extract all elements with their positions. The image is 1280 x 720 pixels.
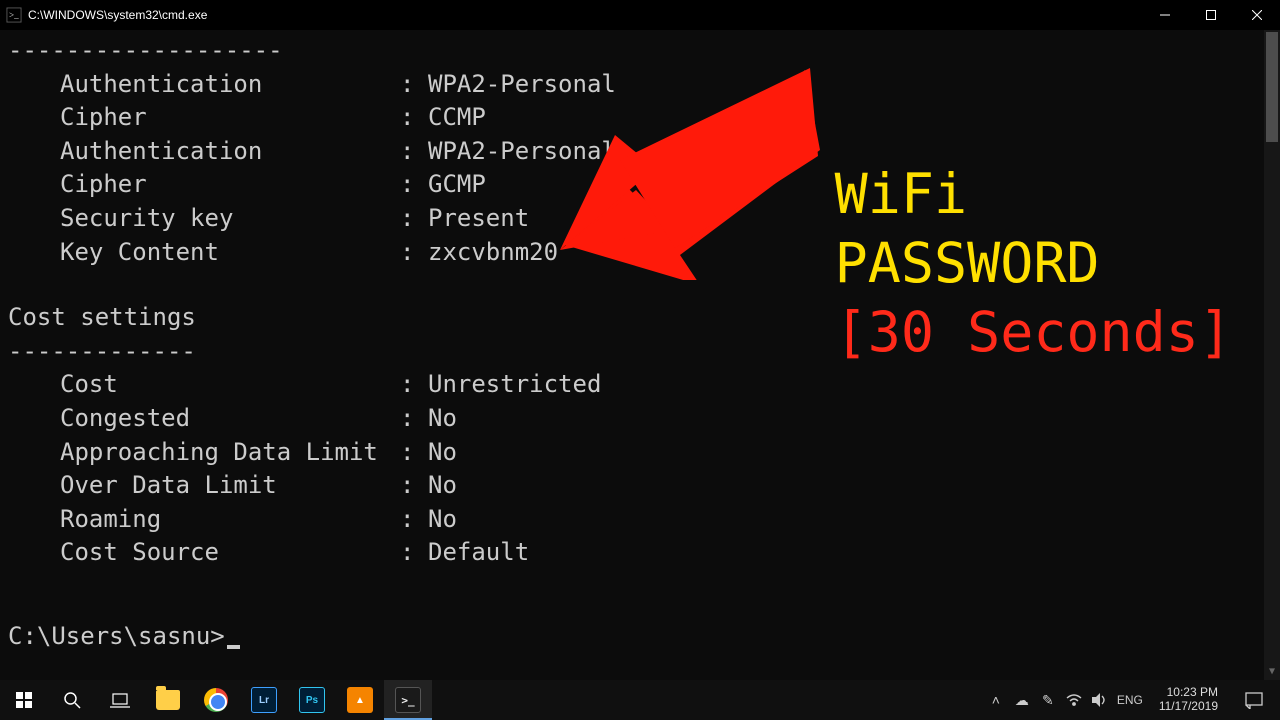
output-value: No: [428, 402, 457, 436]
folder-icon: [156, 690, 180, 710]
clock-date: 11/17/2019: [1159, 700, 1218, 714]
scrollbar[interactable]: ▲ ▼: [1264, 30, 1280, 680]
photoshop-button[interactable]: Ps: [288, 680, 336, 720]
window-titlebar: >_ C:\WINDOWS\system32\cmd.exe: [0, 0, 1280, 30]
chrome-button[interactable]: [192, 680, 240, 720]
output-sep: :: [400, 202, 428, 236]
lightroom-icon: Lr: [251, 687, 277, 713]
close-button[interactable]: [1234, 0, 1280, 30]
onedrive-icon[interactable]: ☁: [1013, 692, 1031, 709]
scrollbar-thumb[interactable]: [1266, 32, 1278, 142]
output-key: Security key: [60, 202, 400, 236]
language-indicator[interactable]: ENG: [1117, 693, 1143, 707]
clock-time: 10:23 PM: [1159, 686, 1218, 700]
output-row: Authentication : WPA2-Personal: [8, 68, 1272, 102]
output-sep: :: [400, 101, 428, 135]
vlc-button[interactable]: ▲: [336, 680, 384, 720]
command-prompt[interactable]: C:\Users\sasnu>: [8, 620, 1272, 654]
chrome-icon: [204, 688, 228, 712]
section-heading: Cost settings: [8, 301, 1272, 335]
output-value: WPA2-Personal: [428, 135, 616, 169]
output-key: Congested: [60, 402, 400, 436]
output-row: Congested : No: [8, 402, 1272, 436]
scroll-down-arrow[interactable]: ▼: [1264, 664, 1280, 680]
output-value: zxcvbnm20: [428, 236, 558, 270]
output-row: Roaming : No: [8, 503, 1272, 537]
terminal-output[interactable]: ▲ ▼ ------------------- Authentication :…: [0, 30, 1280, 680]
minimize-button[interactable]: [1142, 0, 1188, 30]
output-value: No: [428, 436, 457, 470]
output-key: Roaming: [60, 503, 400, 537]
output-row: Authentication : WPA2-Personal: [8, 135, 1272, 169]
output-value: WPA2-Personal: [428, 68, 616, 102]
window-title: C:\WINDOWS\system32\cmd.exe: [28, 8, 1142, 22]
output-row: Approaching Data Limit: No: [8, 436, 1272, 470]
output-key: Cipher: [60, 168, 400, 202]
volume-icon[interactable]: [1091, 693, 1109, 707]
output-row: Cipher : CCMP: [8, 101, 1272, 135]
output-row: Key Content : zxcvbnm20: [8, 236, 1272, 270]
output-sep: :: [400, 68, 428, 102]
output-row: Cipher : GCMP: [8, 168, 1272, 202]
wifi-icon[interactable]: [1065, 694, 1083, 706]
output-value: GCMP: [428, 168, 486, 202]
vlc-icon: ▲: [347, 687, 373, 713]
output-sep: :: [400, 168, 428, 202]
output-sep: :: [400, 436, 428, 470]
file-explorer-button[interactable]: [144, 680, 192, 720]
output-sep: :: [400, 135, 428, 169]
photoshop-icon: Ps: [299, 687, 325, 713]
system-tray: ˄ ☁ ✎ ENG 10:23 PM 11/17/2019: [987, 680, 1280, 720]
search-button[interactable]: [48, 680, 96, 720]
output-row: Cost : Unrestricted: [8, 368, 1272, 402]
output-value: Unrestricted: [428, 368, 601, 402]
output-row: Cost Source : Default: [8, 536, 1272, 570]
output-value: No: [428, 469, 457, 503]
output-row: Over Data Limit : No: [8, 469, 1272, 503]
output-key: Cost Source: [60, 536, 400, 570]
output-sep: :: [400, 503, 428, 537]
output-key: Over Data Limit: [60, 469, 400, 503]
output-value: CCMP: [428, 101, 486, 135]
cmd-taskbar-icon: >_: [395, 687, 421, 713]
taskbar: Lr Ps ▲ >_ ˄ ☁ ✎ ENG 10:23 PM 11/17/2019: [0, 680, 1280, 720]
notification-center-button[interactable]: [1234, 680, 1274, 720]
divider: -------------: [8, 335, 1272, 369]
output-key: Cost: [60, 368, 400, 402]
output-sep: :: [400, 536, 428, 570]
output-value: Default: [428, 536, 529, 570]
lightroom-button[interactable]: Lr: [240, 680, 288, 720]
output-sep: :: [400, 236, 428, 270]
output-key: Cipher: [60, 101, 400, 135]
output-key: Approaching Data Limit: [60, 436, 400, 470]
output-key: Key Content: [60, 236, 400, 270]
start-button[interactable]: [0, 680, 48, 720]
output-row: Security key : Present: [8, 202, 1272, 236]
output-sep: :: [400, 368, 428, 402]
divider: -------------------: [8, 34, 1272, 68]
cursor: [227, 645, 240, 649]
output-sep: :: [400, 402, 428, 436]
maximize-button[interactable]: [1188, 0, 1234, 30]
output-key: Authentication: [60, 68, 400, 102]
clock[interactable]: 10:23 PM 11/17/2019: [1151, 686, 1226, 714]
output-key: Authentication: [60, 135, 400, 169]
pen-icon[interactable]: ✎: [1039, 692, 1057, 709]
task-view-button[interactable]: [96, 680, 144, 720]
svg-text:>_: >_: [9, 10, 19, 20]
tray-chevron-icon[interactable]: ˄: [987, 692, 1005, 708]
cmd-icon: >_: [6, 7, 22, 23]
output-value: No: [428, 503, 457, 537]
output-sep: :: [400, 469, 428, 503]
prompt-text: C:\Users\sasnu>: [8, 620, 225, 654]
cmd-taskbar-button[interactable]: >_: [384, 680, 432, 720]
output-value: Present: [428, 202, 529, 236]
